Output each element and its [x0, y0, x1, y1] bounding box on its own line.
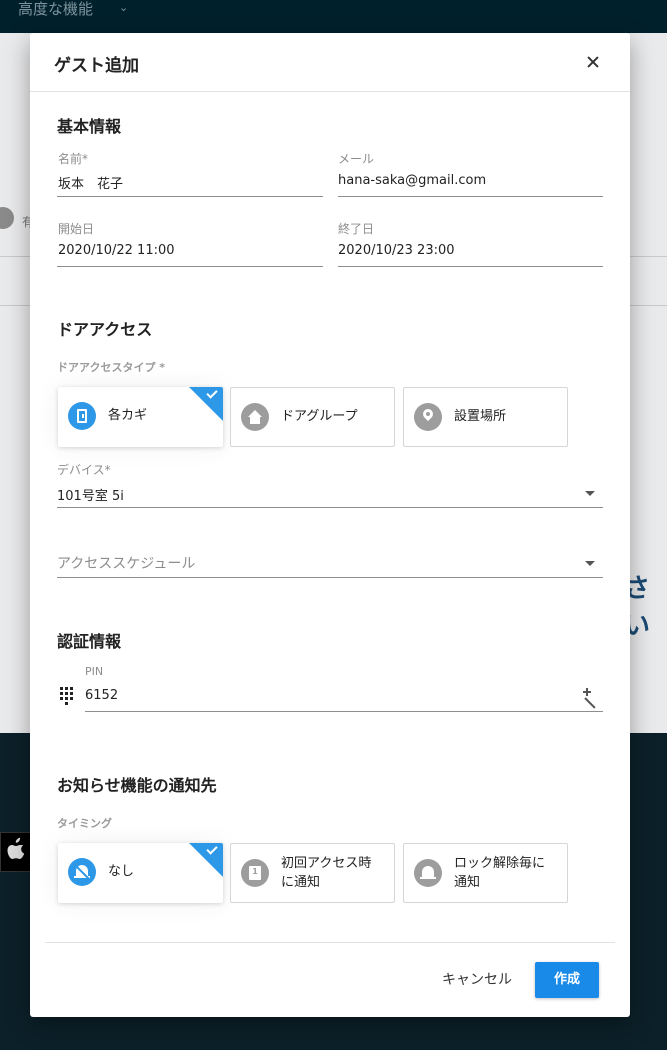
device-select[interactable]: 101号室 5i [57, 485, 124, 504]
close-icon[interactable] [581, 51, 605, 75]
dialpad-icon [58, 686, 74, 706]
pin-label: PIN [85, 665, 104, 678]
background-title: 高度な機能 [18, 0, 94, 18]
access-type-door-group-card[interactable]: ドアグループ [230, 387, 395, 447]
start-date-underline [57, 266, 323, 267]
device-label: デバイス* [57, 463, 111, 477]
add-guest-dialog: ゲスト追加 基本情報 名前* 坂本 花子 メール hana-saka@gmail… [30, 33, 630, 1017]
name-field[interactable]: 坂本 花子 [58, 173, 123, 192]
background-topbar: 高度な機能 ⌄ [0, 0, 667, 33]
cancel-button[interactable]: キャンセル [432, 964, 522, 996]
bell-off-icon [68, 858, 96, 886]
schedule-underline [57, 577, 603, 578]
access-type-location-card[interactable]: 設置場所 [403, 387, 568, 447]
pin-underline [85, 711, 603, 712]
magic-wand-icon[interactable] [583, 688, 599, 709]
pin-field[interactable]: 6152 [85, 688, 118, 703]
card-label: 初回アクセス時 に通知 [281, 854, 371, 892]
card-label-line: 通知 [454, 875, 481, 890]
bell-icon [414, 859, 442, 887]
end-date-underline [338, 266, 603, 267]
footer-divider [45, 942, 615, 943]
device-underline [57, 507, 603, 508]
access-type-key-card[interactable]: 各カギ [58, 387, 223, 447]
door-group-icon [241, 403, 269, 431]
timing-first-access-card[interactable]: 1 初回アクセス時 に通知 [230, 843, 395, 903]
chevron-down-icon: ⌄ [119, 1, 129, 14]
basic-info-title: 基本情報 [57, 117, 122, 136]
timing-label: タイミング [57, 817, 112, 830]
chevron-down-icon[interactable] [585, 491, 595, 496]
card-label: ロック解除毎に 通知 [454, 854, 545, 892]
card-label: 設置場所 [454, 409, 507, 424]
end-date-field[interactable]: 2020/10/23 23:00 [338, 243, 455, 258]
create-button[interactable]: 作成 [535, 962, 599, 998]
card-label-line: に通知 [281, 875, 321, 890]
name-field-underline [57, 196, 323, 197]
card-label: ドアグループ [281, 409, 358, 424]
start-date-field[interactable]: 2020/10/22 11:00 [58, 243, 175, 258]
door-access-title: ドアアクセス [57, 320, 153, 339]
selected-corner [189, 387, 223, 421]
background-heading-fragment: さい [624, 574, 651, 641]
selected-corner [189, 843, 223, 877]
email-field[interactable]: hana-saka@gmail.com [338, 173, 486, 188]
card-label: 各カギ [108, 408, 148, 423]
dialog-header: ゲスト追加 [30, 33, 630, 92]
auth-title: 認証情報 [57, 632, 122, 651]
timing-none-card[interactable]: なし [58, 843, 223, 903]
notify-title: お知らせ機能の通知先 [57, 776, 217, 795]
chevron-down-icon[interactable] [585, 561, 595, 566]
card-label-line: ロック解除毎に [454, 856, 546, 871]
card-label-line: 初回アクセス時 [281, 856, 372, 871]
access-schedule-select[interactable]: アクセススケジュール [57, 553, 195, 573]
door-access-type-label: ドアアクセスタイプ * [57, 361, 166, 374]
end-date-label: 終了日 [338, 222, 375, 236]
key-icon [68, 402, 96, 430]
card-label: なし [108, 864, 135, 879]
email-field-underline [338, 196, 603, 197]
timing-every-unlock-card[interactable]: ロック解除毎に 通知 [403, 843, 568, 903]
location-icon [414, 403, 442, 431]
email-label: メール [338, 152, 375, 166]
apple-icon [0, 832, 32, 872]
dialog-title: ゲスト追加 [54, 56, 139, 76]
start-date-label: 開始日 [58, 222, 95, 236]
calendar-icon: 1 [241, 859, 269, 887]
name-label: 名前* [58, 152, 89, 166]
